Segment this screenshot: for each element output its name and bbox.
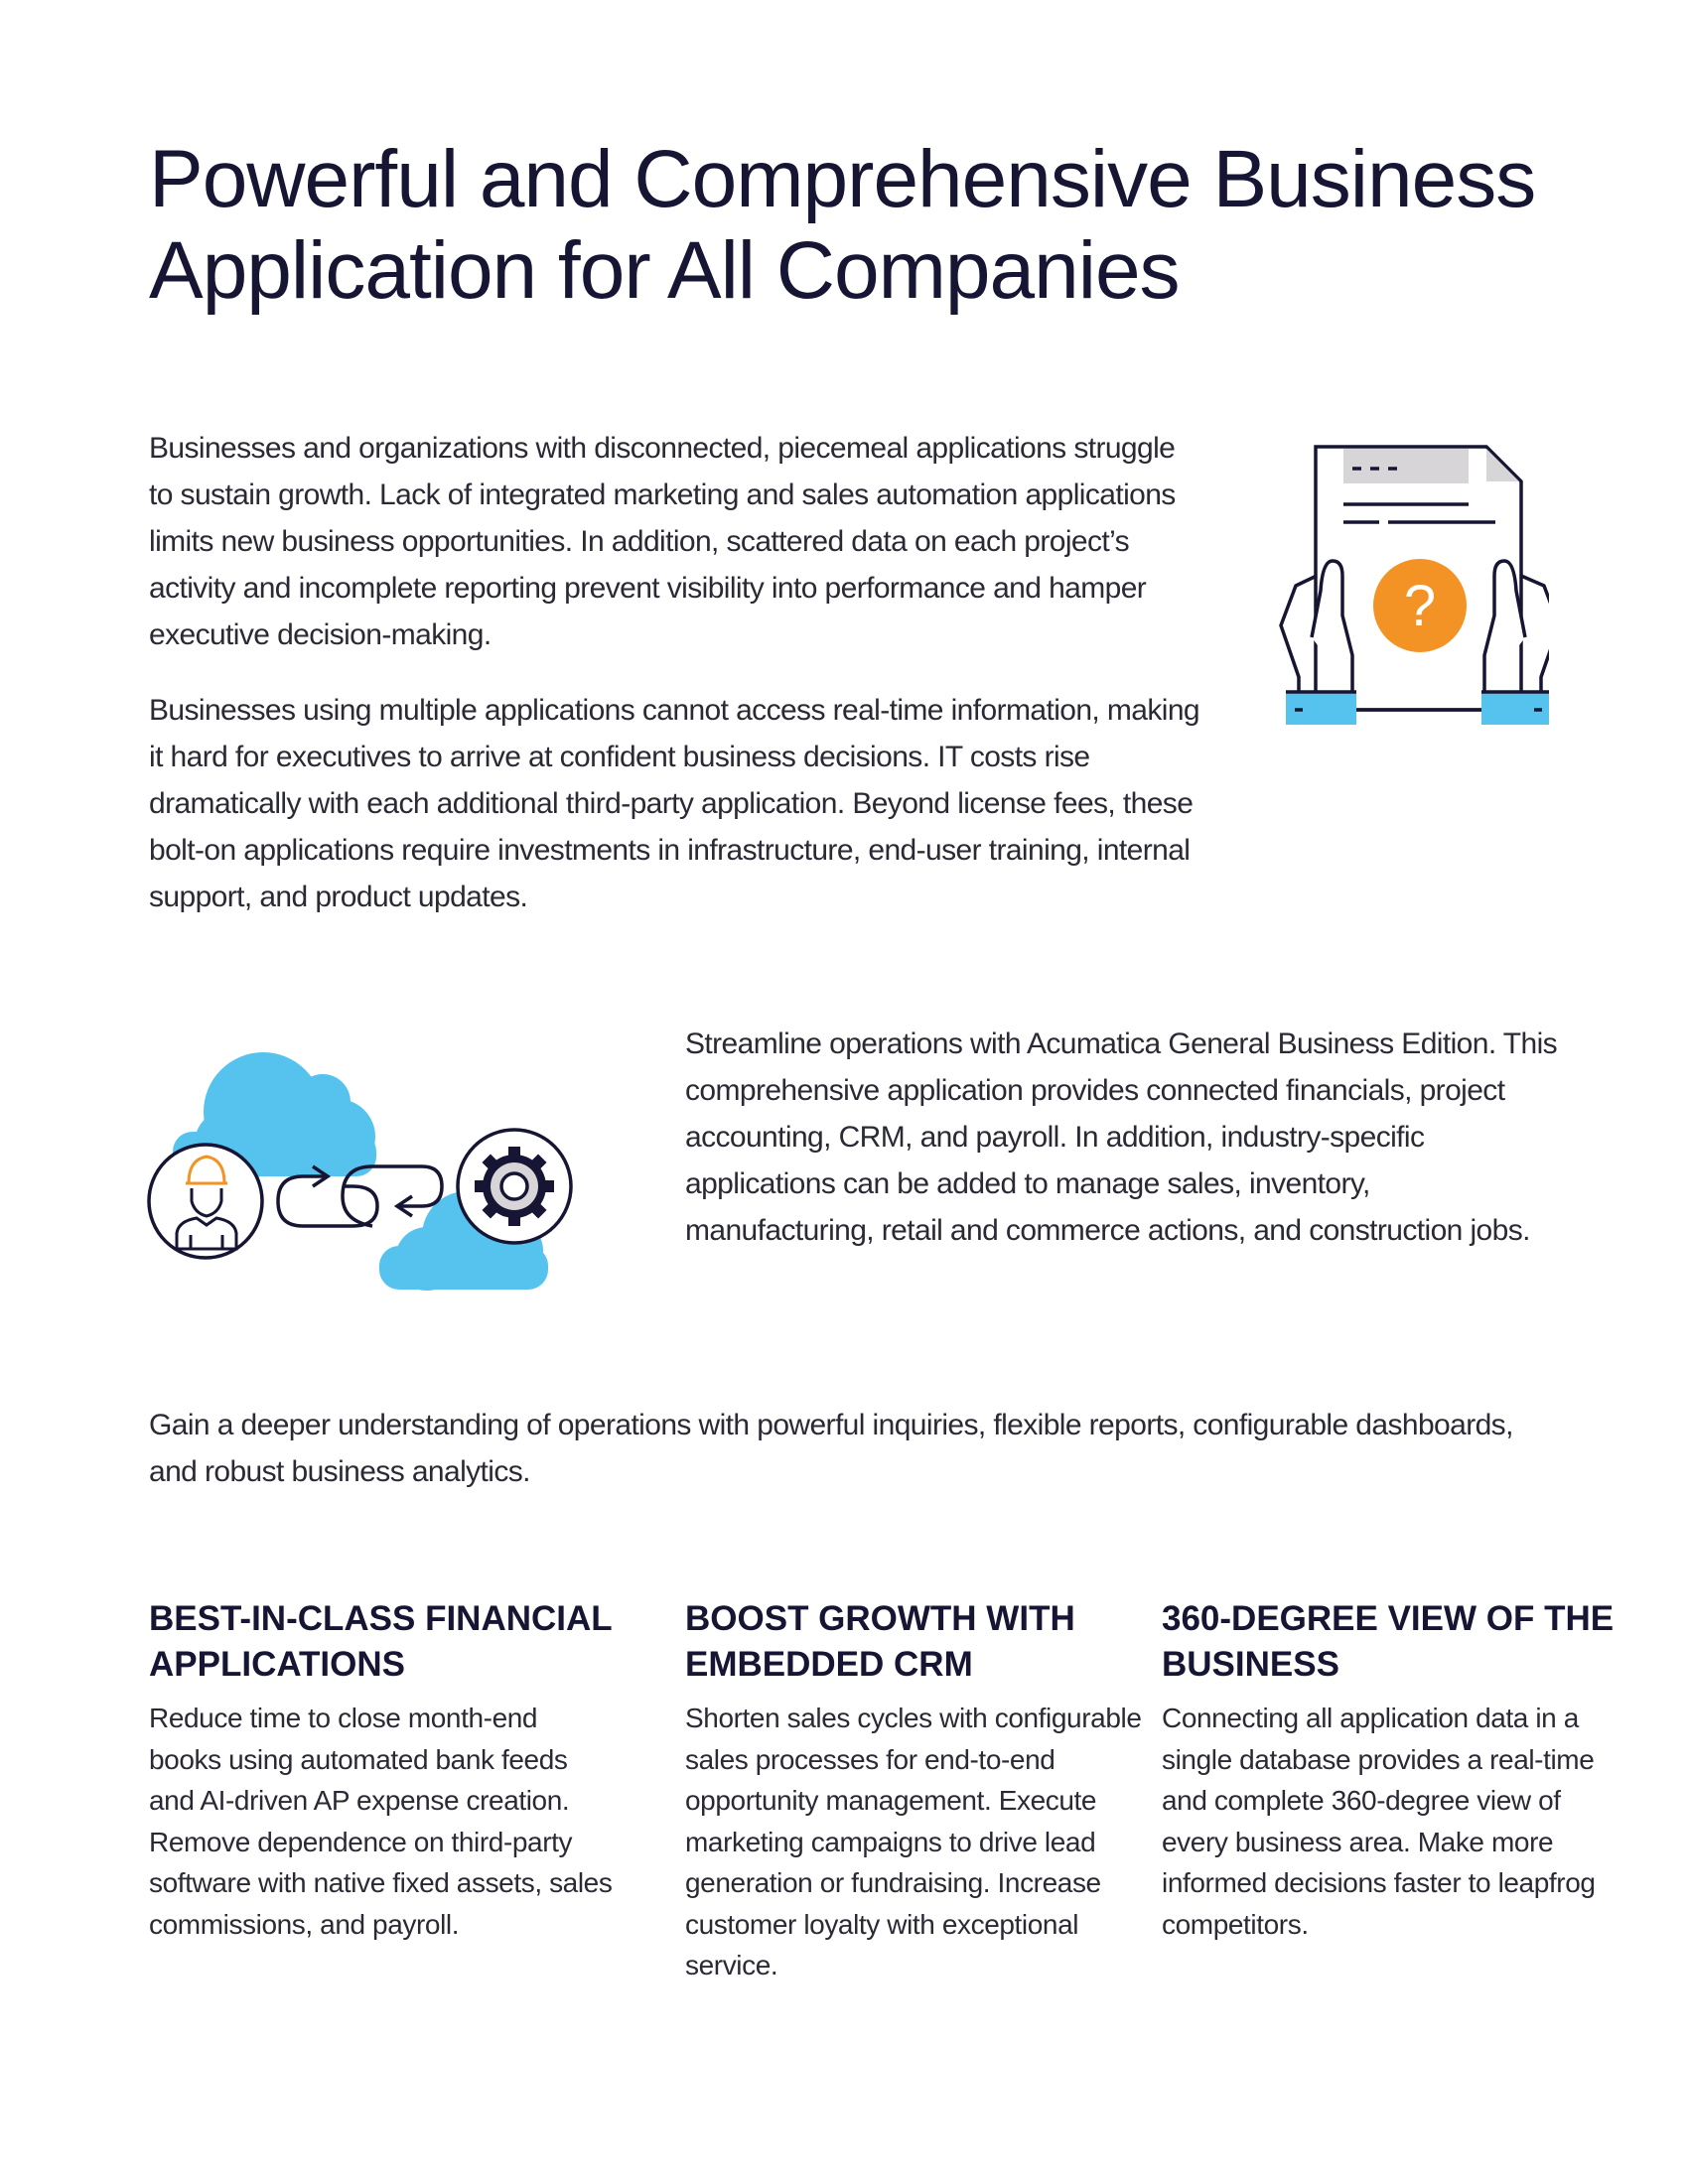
intro-paragraph-1: Businesses and organizations with discon… bbox=[149, 432, 1176, 651]
streamline-paragraph: Streamline operations with Acumatica Gen… bbox=[685, 1027, 1558, 1247]
feature-body: Shorten sales cycles with configurable s… bbox=[685, 1703, 1142, 1980]
feature-body: Reduce time to close month-end books usi… bbox=[149, 1703, 613, 1940]
intro-paragraph-2: Businesses using multiple applications c… bbox=[149, 694, 1200, 913]
feature-financial: BEST-IN-CLASS FINANCIAL APPLICATIONS Red… bbox=[149, 1596, 616, 1945]
question-mark: ? bbox=[1404, 574, 1436, 638]
page-title: Powerful and Comprehensive Business Appl… bbox=[149, 134, 1536, 316]
feature-heading: 360-DEGREE VIEW OF THE BUSINESS bbox=[1162, 1599, 1615, 1684]
feature-crm: BOOST GROWTH WITH EMBEDDED CRM Shorten s… bbox=[685, 1596, 1152, 1986]
feature-heading: BOOST GROWTH WITH EMBEDDED CRM bbox=[685, 1599, 1075, 1684]
document-question-icon: ? bbox=[1251, 417, 1561, 730]
feature-360-view: 360-DEGREE VIEW OF THE BUSINESS Connecti… bbox=[1162, 1596, 1628, 1945]
worker-icon bbox=[147, 1143, 264, 1260]
feature-body: Connecting all application data in a sin… bbox=[1162, 1703, 1596, 1940]
cloud-integration-icon bbox=[139, 1023, 596, 1291]
insight-paragraph: Gain a deeper understanding of operation… bbox=[149, 1409, 1513, 1488]
feature-heading: BEST-IN-CLASS FINANCIAL APPLICATIONS bbox=[149, 1599, 613, 1684]
